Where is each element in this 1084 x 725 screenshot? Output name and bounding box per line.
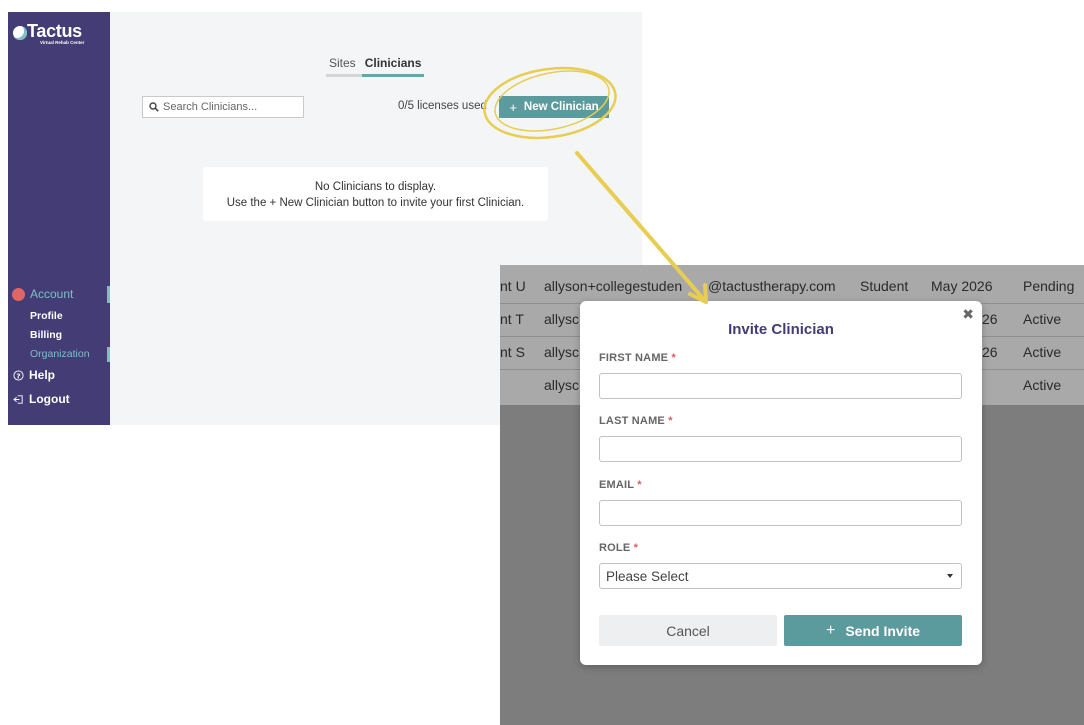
tab-clinicians[interactable]: Clinicians xyxy=(361,56,425,77)
required-mark: * xyxy=(637,479,642,491)
empty-state-hint: Use the + New Clinician button to invite… xyxy=(226,197,525,209)
help-icon: ? xyxy=(13,369,24,381)
cell-email: allyson+collegestuden xyxy=(544,278,683,294)
empty-state-title: No Clinicians to display. xyxy=(314,181,437,193)
cell-date: May 2026 xyxy=(931,278,993,294)
search-input[interactable] xyxy=(163,101,293,113)
chevron-down-icon xyxy=(947,574,953,578)
logout-icon xyxy=(13,394,23,404)
first-name-field[interactable] xyxy=(599,373,962,399)
email-label: EMAIL * xyxy=(599,479,642,491)
tab-sites[interactable]: Sites xyxy=(326,56,362,77)
empty-state: No Clinicians to display. Use the + New … xyxy=(203,167,548,221)
invite-modal-panel: nt U allyson+collegestuden @tactustherap… xyxy=(500,265,1084,725)
new-clinician-button[interactable]: + New Clinician xyxy=(499,96,609,118)
required-mark: * xyxy=(633,542,639,554)
active-indicator xyxy=(107,286,110,303)
first-name-label: FIRST NAME * xyxy=(599,352,676,364)
modal-title: Invite Clinician xyxy=(728,321,834,338)
cell-status: Pending xyxy=(1023,278,1075,294)
cell-status: Active xyxy=(1023,377,1062,393)
sidebar-item-profile[interactable]: Profile xyxy=(30,310,63,322)
label-text: ROLE xyxy=(599,542,631,554)
label-text: LAST NAME xyxy=(599,415,665,427)
role-select-value: Please Select xyxy=(606,568,689,584)
cell-name: nt U xyxy=(500,278,526,294)
last-name-field[interactable] xyxy=(599,436,962,462)
cell-role: Student xyxy=(860,278,909,294)
required-mark: * xyxy=(668,415,673,427)
cell-name: nt S xyxy=(500,344,525,360)
sidebar-item-account[interactable]: Account xyxy=(12,287,73,301)
sidebar-item-billing[interactable]: Billing xyxy=(30,329,62,341)
label-text: EMAIL xyxy=(599,479,635,491)
cell-status: Active xyxy=(1023,311,1062,327)
role-select[interactable]: Please Select xyxy=(599,563,962,589)
last-name-label: LAST NAME * xyxy=(599,415,673,427)
cell-date: 26 xyxy=(982,344,998,360)
plus-icon: + xyxy=(825,621,836,639)
send-invite-label: Send Invite xyxy=(845,622,921,639)
cell-name: nt T xyxy=(500,311,524,327)
cell-email: allysc xyxy=(544,377,580,393)
logo-tagline: Virtual Rehab Center xyxy=(40,40,85,45)
cell-date: 26 xyxy=(982,311,998,327)
label-text: FIRST NAME xyxy=(599,352,669,364)
sidebar-item-label: Account xyxy=(30,287,74,301)
invite-clinician-modal: ✖ Invite Clinician FIRST NAME * LAST NAM… xyxy=(580,301,982,665)
send-invite-button[interactable]: + Send Invite xyxy=(784,615,962,646)
email-field[interactable] xyxy=(599,500,962,526)
sidebar-item-help[interactable]: ? Help xyxy=(13,368,55,382)
table-row[interactable]: nt U allyson+collegestuden @tactustherap… xyxy=(500,270,1084,303)
sidebar-item-organization[interactable]: Organization xyxy=(30,348,90,360)
plus-icon: + xyxy=(509,99,517,115)
role-label: ROLE * xyxy=(599,542,638,554)
cell-status: Active xyxy=(1023,344,1062,360)
search-icon xyxy=(149,102,159,112)
sidebar-item-logout[interactable]: Logout xyxy=(13,392,70,406)
search-box xyxy=(142,96,304,118)
cancel-button[interactable]: Cancel xyxy=(599,615,777,646)
cell-email: allysc xyxy=(544,311,580,327)
sidebar-item-label: Help xyxy=(29,368,56,382)
new-clinician-label: New Clinician xyxy=(523,101,599,113)
required-mark: * xyxy=(671,352,676,364)
cell-email-tail: @tactustherapy.com xyxy=(708,278,836,294)
active-indicator xyxy=(107,347,110,362)
avatar xyxy=(12,287,25,301)
sidebar-item-label: Logout xyxy=(29,392,70,406)
cell-email: allysc xyxy=(544,344,580,360)
logo-text: Tactus xyxy=(27,21,82,41)
tabs: Sites Clinicians xyxy=(326,56,425,77)
sidebar: Tactus Virtual Rehab Center Account Prof… xyxy=(8,12,110,425)
logo-mark-icon xyxy=(13,26,27,40)
svg-text:?: ? xyxy=(16,371,20,380)
licenses-count: 0/5 licenses used xyxy=(398,100,487,112)
